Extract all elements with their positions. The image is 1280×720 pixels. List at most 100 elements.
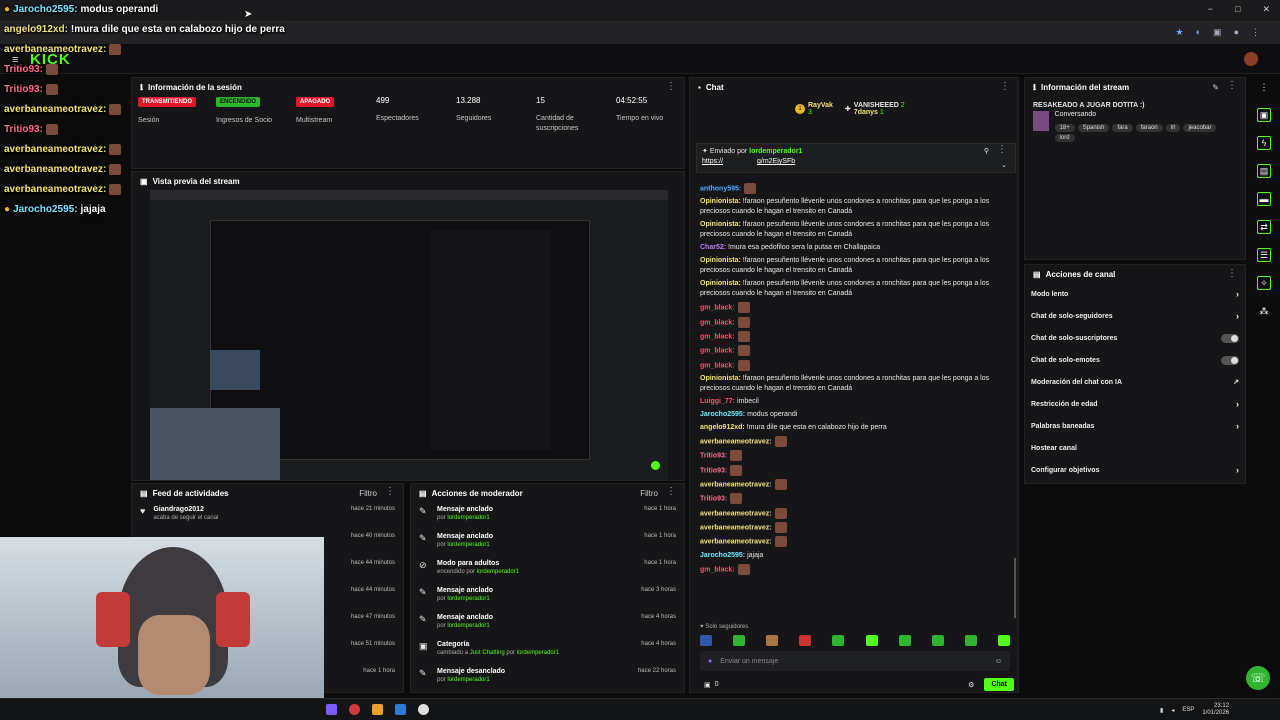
mod-action-user[interactable]: lordemperador1	[447, 515, 489, 521]
chat-username[interactable]: Opinionista:	[700, 257, 741, 264]
chat-username[interactable]: Opinionista:	[700, 221, 741, 228]
mod-action-user[interactable]: lordemperador1	[447, 542, 489, 548]
bookmark-star-icon[interactable]: ★	[1176, 27, 1184, 38]
rail-dock-icon[interactable]: ⋮	[1257, 80, 1271, 94]
chat-message[interactable]: averbaneameotravez:	[700, 522, 1000, 534]
extension-icon[interactable]: ◐	[1196, 27, 1201, 38]
chat-message[interactable]: Char52: !mura esa pedofiloo sera la puta…	[700, 243, 1000, 253]
stream-tag[interactable]: lord	[1054, 134, 1075, 142]
chat-username[interactable]: averbaneameotravez:	[700, 539, 772, 546]
app-icon[interactable]	[395, 704, 406, 715]
panel-menu-icon[interactable]: ⋮	[1227, 269, 1237, 279]
channel-action-item[interactable]: Chat de solo-suscriptores	[1025, 327, 1245, 349]
mod-action-user[interactable]: Just Chatting	[470, 650, 505, 656]
emote-icon[interactable]	[832, 635, 845, 646]
app-icon[interactable]	[326, 704, 337, 715]
mod-action-user[interactable]: lordemperador1	[447, 677, 489, 683]
rail-link-icon[interactable]: ⇄	[1257, 220, 1271, 234]
maximize-button[interactable]: □	[1235, 4, 1240, 15]
panel-menu-icon[interactable]: ⋮	[1227, 80, 1237, 92]
edit-pencil-icon[interactable]: ✎	[1212, 83, 1219, 92]
chat-message[interactable]: angelo912xd: !mura dile que esta en cala…	[700, 423, 1000, 433]
filter-button[interactable]: Filtro	[640, 489, 658, 498]
chat-message[interactable]: averbaneameotravez:	[700, 507, 1000, 519]
send-chat-button[interactable]: Chat	[984, 678, 1014, 691]
rail-users-icon[interactable]: ⁂	[1257, 304, 1271, 318]
emote-icon[interactable]	[865, 635, 878, 646]
volume-icon[interactable]: ◂	[1171, 707, 1174, 714]
emote-icon[interactable]	[997, 635, 1010, 646]
chat-message[interactable]: gm_black:	[700, 331, 1000, 343]
mod-action-item[interactable]: ✎ Mensaje anclado por lordemperador1 hace 4…	[411, 610, 684, 637]
rail-chat-icon[interactable]: ▬	[1257, 192, 1271, 206]
rail-preview-icon[interactable]: ▣	[1257, 108, 1271, 122]
chat-username[interactable]: Tritio93:	[700, 453, 727, 460]
stream-tag[interactable]: fara	[1112, 124, 1133, 132]
pinned-link-tail[interactable]: g/m2EjySFb	[757, 158, 795, 165]
rail-list-icon[interactable]: ☰	[1257, 248, 1271, 262]
chat-message[interactable]: Opinionista: !faraon pesuñento llévenle …	[700, 197, 1000, 217]
pinned-link[interactable]: https://	[702, 158, 723, 165]
chat-message[interactable]: averbaneameotravez:	[700, 436, 1000, 448]
chat-message[interactable]: averbaneameotravez:	[700, 536, 1000, 548]
profile-icon[interactable]: ●	[1234, 27, 1239, 38]
emoji-icon[interactable]: ☺	[995, 658, 1002, 665]
chat-username[interactable]: Opinionista:	[700, 280, 741, 287]
puzzle-icon[interactable]: ▣	[1213, 27, 1222, 38]
chat-username[interactable]: gm_black:	[700, 566, 735, 573]
chat-username[interactable]: averbaneameotravez:	[700, 524, 772, 531]
chat-message[interactable]: Tritio93:	[700, 493, 1000, 505]
emote-icon[interactable]	[931, 635, 944, 646]
pinned-user[interactable]: lordemperador1	[749, 148, 802, 155]
stream-video[interactable]	[150, 190, 668, 480]
mic-icon[interactable]: ▮	[1160, 707, 1163, 714]
emote-icon[interactable]	[733, 635, 746, 646]
chat-username[interactable]: Opinionista:	[700, 375, 741, 382]
mod-action-item[interactable]: ⊘ Modo para adultos encendido por lordempe…	[411, 556, 684, 583]
channel-action-item[interactable]: Hostear canal	[1025, 437, 1245, 459]
mod-action-item[interactable]: ▣ Categoría cambiado a Just Chatting por l…	[411, 637, 684, 664]
channel-action-item[interactable]: Chat de solo-emotes	[1025, 349, 1245, 371]
channel-action-item[interactable]: Restricción de edad ›	[1025, 393, 1245, 415]
panel-menu-icon[interactable]: ⋮	[666, 82, 676, 92]
stream-tag[interactable]: jeacobar	[1183, 124, 1217, 132]
pinned-menu-icon[interactable]: ⋮	[997, 145, 1007, 155]
rail-tools-icon[interactable]: ✧	[1257, 276, 1271, 290]
chat-scrollbar[interactable]	[1014, 558, 1016, 618]
chat-message[interactable]: Opinionista: !faraon pesuñento llévenle …	[700, 220, 1000, 240]
feed-item[interactable]: ♥ Giandrago2012 acaba de seguir el canal ha…	[132, 502, 403, 529]
mod-action-item[interactable]: ✎ Mensaje anclado por lordemperador1 hace 1…	[411, 529, 684, 556]
chat-username[interactable]: Luiggi_77:	[700, 398, 735, 405]
channel-action-item[interactable]: Palabras baneadas ›	[1025, 415, 1245, 437]
panel-menu-icon[interactable]: ⋮	[385, 486, 395, 498]
chat-username[interactable]: Jarocho2595:	[700, 552, 745, 559]
chat-username[interactable]: angelo912xd:	[700, 424, 745, 431]
chat-message[interactable]: Opinionista: !faraon pesuñento llévenle …	[700, 256, 1000, 276]
clock-time[interactable]: 23:12	[1202, 703, 1229, 710]
panel-menu-icon[interactable]: ⋮	[1000, 82, 1010, 92]
help-chat-button[interactable]: ☏	[1246, 666, 1270, 690]
emote-icon[interactable]	[799, 635, 812, 646]
chat-username[interactable]: anthony595:	[700, 185, 741, 192]
chat-message[interactable]: Tritio93:	[700, 464, 1000, 476]
panel-menu-icon[interactable]: ⋮	[666, 486, 676, 498]
stream-tag[interactable]: 18+	[1054, 124, 1075, 132]
chat-username[interactable]: gm_black:	[700, 305, 735, 312]
mod-action-item[interactable]: ✎ Mensaje anclado por lordemperador1 hace 1…	[411, 502, 684, 529]
close-button[interactable]: ✕	[1262, 4, 1270, 15]
chat-username[interactable]: Jarocho2595:	[700, 411, 745, 418]
chat-message[interactable]: Jarocho2595: modus operandi	[700, 410, 1000, 420]
app-icon[interactable]	[418, 704, 429, 715]
chevron-down-icon[interactable]: ⌄	[1001, 161, 1007, 169]
chat-message[interactable]: averbaneameotravez:	[700, 479, 1000, 491]
mod-action-item[interactable]: ✎ Mensaje anclado por lordemperador1 hace 3…	[411, 583, 684, 610]
language-indicator[interactable]: ESP	[1182, 707, 1194, 713]
app-icon[interactable]	[372, 704, 383, 715]
emote-icon[interactable]	[898, 635, 911, 646]
chat-message[interactable]: gm_black:	[700, 345, 1000, 357]
channel-action-item[interactable]: Modo lento ›	[1025, 283, 1245, 305]
emote-icon[interactable]	[700, 635, 712, 646]
chat-username[interactable]: averbaneameotravez:	[700, 481, 772, 488]
rail-bolt-icon[interactable]: ϟ	[1257, 136, 1271, 150]
mod-action-user[interactable]: lordemperador1	[447, 596, 489, 602]
